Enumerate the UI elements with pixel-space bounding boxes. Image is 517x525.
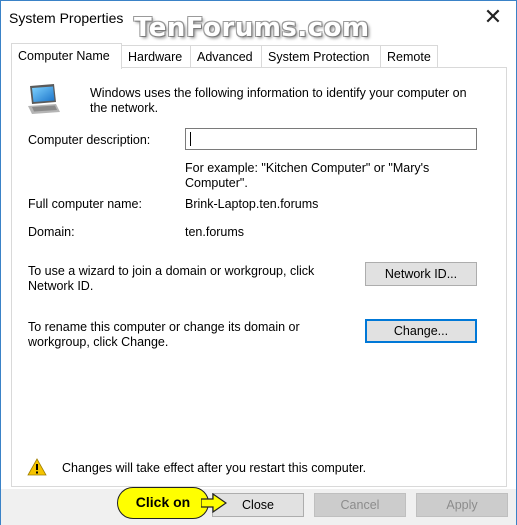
wizard-text-line2: Network ID. (28, 279, 94, 293)
intro-text-line2: the network. (90, 101, 159, 115)
apply-button[interactable]: Apply (416, 493, 508, 517)
full-computer-name-value: Brink-Laptop.ten.forums (185, 197, 319, 211)
example-text-line2: Computer". (185, 176, 248, 190)
text-caret (190, 132, 191, 146)
tab-strip: Computer Name Hardware Advanced System P… (11, 43, 507, 69)
tab-system-protection[interactable]: System Protection (261, 45, 381, 68)
tab-label: Hardware (128, 50, 183, 64)
tab-remote[interactable]: Remote (380, 45, 438, 68)
tab-label: System Protection (268, 50, 370, 64)
window-title: System Properties (9, 10, 124, 26)
computer-name-panel: Windows uses the following information t… (11, 67, 507, 487)
intro-text-line1: Windows uses the following information t… (90, 86, 467, 100)
watermark: TenForums.com (134, 13, 370, 43)
full-computer-name-label: Full computer name: (28, 197, 142, 211)
tab-hardware[interactable]: Hardware (121, 45, 191, 68)
click-on-callout: Click on (117, 487, 209, 519)
restart-warning-text: Changes will take effect after you resta… (62, 461, 367, 475)
system-properties-window: System Properties TenForums.com ✕ Comput… (0, 0, 517, 525)
callout-arrow-icon (201, 493, 227, 513)
network-id-button[interactable]: Network ID... (365, 262, 477, 286)
cancel-button[interactable]: Cancel (314, 493, 406, 517)
change-button[interactable]: Change... (365, 319, 477, 343)
domain-value: ten.forums (185, 225, 245, 239)
tab-label: Computer Name (18, 49, 110, 63)
tab-label: Advanced (197, 50, 253, 64)
close-icon[interactable]: ✕ (480, 5, 506, 31)
tab-computer-name[interactable]: Computer Name (11, 43, 122, 69)
domain-label: Domain: (28, 225, 75, 239)
example-text-line1: For example: "Kitchen Computer" or "Mary… (185, 161, 430, 175)
rename-text-line2: workgroup, click Change. (28, 335, 169, 349)
tab-advanced[interactable]: Advanced (190, 45, 262, 68)
computer-description-label: Computer description: (28, 133, 151, 147)
computer-description-input[interactable] (185, 128, 477, 150)
tab-label: Remote (387, 50, 431, 64)
warning-icon (27, 458, 47, 476)
rename-text-line1: To rename this computer or change its do… (28, 320, 300, 334)
wizard-text-line1: To use a wizard to join a domain or work… (28, 264, 315, 278)
title-bar: System Properties TenForums.com ✕ (1, 1, 516, 43)
computer-monitor-icon (28, 84, 60, 114)
